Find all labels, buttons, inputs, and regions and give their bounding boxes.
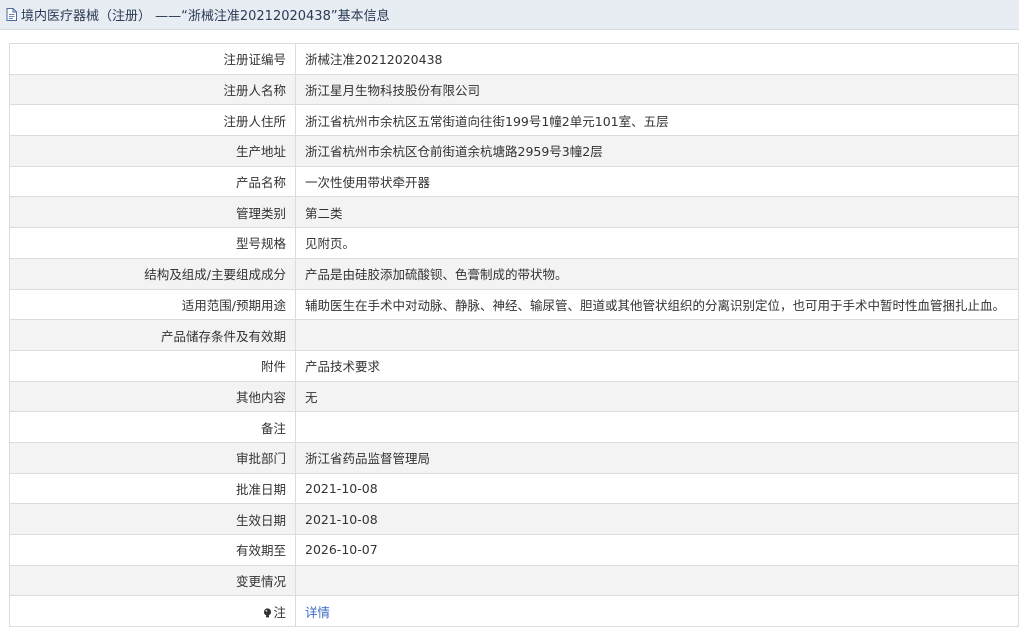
- details-link[interactable]: 详情: [305, 605, 330, 620]
- row-value: 见附页。: [295, 227, 1019, 259]
- row-label: 有效期至: [9, 534, 296, 566]
- row-label: 管理类别: [9, 196, 296, 229]
- table-row: 产品储存条件及有效期: [9, 319, 1019, 351]
- table-row: 产品名称 一次性使用带状牵开器: [9, 165, 1019, 198]
- document-icon: [6, 8, 17, 21]
- row-value: 2026-10-07: [295, 534, 1019, 566]
- row-label: 注册人名称: [9, 73, 296, 106]
- row-value: 浙江星月生物科技股份有限公司: [295, 73, 1019, 106]
- row-value: 产品技术要求: [295, 349, 1019, 382]
- row-label: 审批部门: [9, 441, 296, 474]
- row-label: 结构及组成/主要组成成分: [9, 257, 296, 290]
- table-row: 生产地址 浙江省杭州市余杭区仓前街道余杭塘路2959号3幢2层: [9, 135, 1019, 167]
- table-row-note: 注 详情: [9, 595, 1019, 628]
- table-row: 审批部门 浙江省药品监督管理局: [9, 441, 1019, 474]
- table-row: 型号规格 见附页。: [9, 227, 1019, 259]
- table-row: 批准日期 2021-10-08: [9, 472, 1019, 505]
- row-value: 一次性使用带状牵开器: [295, 165, 1019, 198]
- page-header: 境内医疗器械（注册） ——“浙械注准20212020438”基本信息: [0, 0, 1019, 30]
- table-row: 变更情况: [9, 564, 1019, 597]
- table-row: 有效期至 2026-10-07: [9, 534, 1019, 566]
- row-label: 产品名称: [9, 165, 296, 198]
- table-row: 注册人名称 浙江星月生物科技股份有限公司: [9, 73, 1019, 106]
- bulb-icon: [263, 606, 272, 618]
- page-title: 境内医疗器械（注册） ——“浙械注准20212020438”基本信息: [21, 9, 390, 24]
- row-value: 浙江省药品监督管理局: [295, 441, 1019, 474]
- row-value: [295, 319, 1019, 351]
- table-row: 其他内容 无: [9, 380, 1019, 413]
- row-label: 批准日期: [9, 472, 296, 505]
- table-row: 注册人住所 浙江省杭州市余杭区五常街道向往街199号1幢2单元101室、五层: [9, 104, 1019, 137]
- note-label: 注: [273, 604, 286, 620]
- info-table-container: 注册证编号 浙械注准20212020438 注册人名称 浙江星月生物科技股份有限…: [9, 43, 1019, 628]
- row-value: 辅助医生在手术中对动脉、静脉、神经、输尿管、胆道或其他管状组织的分离识别定位，也…: [295, 288, 1019, 321]
- row-value: 第二类: [295, 196, 1019, 229]
- row-value: 产品是由硅胶添加硫酸钡、色膏制成的带状物。: [295, 257, 1019, 290]
- row-value: [295, 564, 1019, 597]
- table-row: 管理类别 第二类: [9, 196, 1019, 229]
- row-value: [295, 411, 1019, 443]
- note-value-cell: 详情: [295, 595, 1019, 628]
- row-label: 生产地址: [9, 135, 296, 167]
- row-label: 注册证编号: [9, 43, 296, 75]
- row-value: 无: [295, 380, 1019, 413]
- row-label: 生效日期: [9, 503, 296, 535]
- table-row: 备注: [9, 411, 1019, 443]
- note-label-cell: 注: [9, 595, 296, 628]
- row-value: 浙械注准20212020438: [295, 43, 1019, 75]
- table-row: 适用范围/预期用途 辅助医生在手术中对动脉、静脉、神经、输尿管、胆道或其他管状组…: [9, 288, 1019, 321]
- row-value: 2021-10-08: [295, 472, 1019, 505]
- row-value: 浙江省杭州市余杭区仓前街道余杭塘路2959号3幢2层: [295, 135, 1019, 167]
- row-value: 2021-10-08: [295, 503, 1019, 535]
- row-label: 产品储存条件及有效期: [9, 319, 296, 351]
- row-label: 型号规格: [9, 227, 296, 259]
- row-label: 其他内容: [9, 380, 296, 413]
- table-row: 生效日期 2021-10-08: [9, 503, 1019, 535]
- table-row: 注册证编号 浙械注准20212020438: [9, 43, 1019, 75]
- row-value: 浙江省杭州市余杭区五常街道向往街199号1幢2单元101室、五层: [295, 104, 1019, 137]
- table-row: 附件 产品技术要求: [9, 349, 1019, 382]
- row-label: 备注: [9, 411, 296, 443]
- table-row: 结构及组成/主要组成成分 产品是由硅胶添加硫酸钡、色膏制成的带状物。: [9, 257, 1019, 290]
- row-label: 适用范围/预期用途: [9, 288, 296, 321]
- row-label: 变更情况: [9, 564, 296, 597]
- info-table: 注册证编号 浙械注准20212020438 注册人名称 浙江星月生物科技股份有限…: [9, 43, 1019, 628]
- row-label: 注册人住所: [9, 104, 296, 137]
- row-label: 附件: [9, 349, 296, 382]
